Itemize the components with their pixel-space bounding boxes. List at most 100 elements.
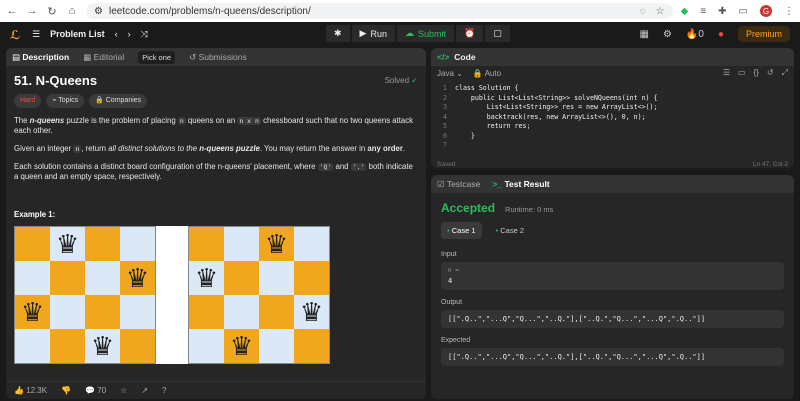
home-icon[interactable]: ⌂ [66,5,78,17]
board-cell [259,295,294,329]
solved-status: Solved ✓ [384,76,418,85]
notification-icon[interactable]: ● [718,29,724,40]
runtime-text: Runtime: 0 ms [505,205,554,214]
prev-problem-icon[interactable]: ‹ [115,29,118,39]
browser-toolbar: ← → ↻ ⌂ ⚙ leetcode.com/problems/n-queens… [0,0,800,22]
note-icon: ▢ [493,28,502,38]
cursor-position: Ln 47, Col 2 [752,160,788,168]
bug-icon: ✱ [334,28,342,38]
run-button[interactable]: ▶ Run [351,25,395,42]
help-icon[interactable]: ? [162,386,166,395]
line-number: 4 [443,112,447,121]
line-number: 2 [443,93,447,102]
chessboard-solution-2: ♛ ♛ ♛ ♛ [188,226,330,364]
sidebar-icon[interactable]: ▭ [739,6,748,17]
tab-submissions[interactable]: ↺ Submissions [189,52,247,63]
next-problem-icon[interactable]: › [128,29,131,39]
eye-off-icon[interactable]: ◌ [640,6,646,17]
code-line: 2 public List<List<String>> solveNQueens… [435,94,790,104]
site-info-icon[interactable]: ⚙ [94,6,103,17]
difficulty-badge[interactable]: Hard [14,94,42,108]
queen-icon: ♛ [264,229,289,259]
line-number: 5 [443,122,447,130]
code-editor[interactable]: 1 class Solution {2 public List<List<Stri… [431,80,794,155]
check-icon: ✓ [411,76,418,85]
tab-editorial[interactable]: ▦ Editorial [83,52,124,63]
board-cell [15,329,50,363]
forward-icon[interactable]: → [26,5,38,17]
code-line: 1 class Solution { [435,84,790,94]
shuffle-icon[interactable]: ⤨ [141,29,148,40]
profile-avatar[interactable]: G [760,5,772,17]
format-icon[interactable]: ☰ [723,68,730,78]
board-cell [259,329,294,363]
like-button[interactable]: 👍 12.3K [14,386,47,395]
menu-icon[interactable]: ⋮ [784,6,794,17]
problem-content: 51. N-Queens Solved ✓ Hard ⌁ Topics 🔒 Co… [6,66,426,374]
board-cell: ♛ [224,329,259,363]
companies-button[interactable]: 🔒 Companies [89,94,148,108]
line-number: 6 [443,131,447,140]
timer-button[interactable]: ⏰ [456,25,484,42]
queen-icon: ♛ [229,331,254,361]
notes-button[interactable]: ▢ [485,25,510,42]
language-select[interactable]: Java ⌄ [437,69,463,78]
code-line: 4 backtrack(res, new ArrayList<>(), 0, n… [435,113,790,123]
bookmark-star-icon[interactable]: ☆ [656,6,665,17]
address-bar[interactable]: ⚙ leetcode.com/problems/n-queens/descrip… [86,3,673,19]
result-status: Accepted [441,201,496,215]
example-heading: Example 1: [14,210,56,219]
braces-icon[interactable]: {} [754,68,759,78]
board-cell [50,261,85,295]
board-cell [120,295,155,329]
tab-testcase[interactable]: ☑ Testcase [437,179,480,190]
url-text: leetcode.com/problems/n-queens/descripti… [108,5,311,17]
board-cell [294,261,329,295]
description-panel: ▤ Description ▦ Editorial Pick one ↺ Sub… [6,48,426,399]
debug-button[interactable]: ✱ [326,25,350,42]
fullscreen-icon[interactable]: ⤢ [782,68,788,78]
streak-fire-icon[interactable]: 🔥0 [686,29,704,40]
settings-icon[interactable]: ⚙ [663,29,672,40]
case-2-button[interactable]: • Case 2 [490,222,531,239]
leetcode-logo-icon[interactable]: ℒ [10,28,22,42]
star-icon[interactable]: ☆ [120,386,127,395]
output-value: [[".Q..","...Q","Q...","..Q."],["..Q.","… [441,310,784,328]
queen-icon: ♛ [194,263,219,293]
expected-value: [[".Q..","...Q","Q...","..Q."],["..Q.","… [441,348,784,366]
share-icon[interactable]: ↗ [141,386,148,395]
premium-button[interactable]: Premium [737,26,790,42]
board-cell: ♛ [189,261,224,295]
comments-button[interactable]: 💬 70 [85,386,106,395]
bookmark-icon[interactable]: ▭ [738,68,746,78]
puzzle-icon[interactable]: ✚ [718,6,726,17]
case-1-button[interactable]: • Case 1 [441,222,482,239]
layout-icon[interactable]: ▦ [640,29,649,40]
code-line: 7 [435,141,790,151]
back-icon[interactable]: ← [6,5,18,17]
board-cell [85,295,120,329]
submit-button[interactable]: ☁ Submit [396,25,454,42]
line-number: 7 [443,141,447,149]
tab-pick-one[interactable]: Pick one [138,50,176,64]
board-cell: ♛ [120,261,155,295]
problem-paragraph-2: Given an integer n, return all distinct … [14,144,406,153]
reload-icon[interactable]: ↻ [46,5,58,18]
dislike-icon[interactable]: 👎 [61,386,71,395]
board-cell [50,295,85,329]
autocomplete-mode[interactable]: 🔒 Auto [473,69,501,78]
board-cell [294,227,329,261]
problem-list-link[interactable]: Problem List [50,29,105,39]
test-panel: ☑ Testcase >_ Test Result Accepted Runti… [431,175,794,399]
code-tab: </> Code [431,48,794,66]
problem-list-icon[interactable]: ☰ [32,29,40,40]
reset-icon[interactable]: ↺ [767,68,774,78]
extension-icon[interactable]: ◆ [681,6,689,17]
board-cell: ♛ [85,329,120,363]
board-cell [189,227,224,261]
extension-icon[interactable]: ≡ [700,6,706,17]
tab-test-result[interactable]: >_ Test Result [492,179,549,189]
topics-button[interactable]: ⌁ Topics [46,94,85,108]
line-text: List<List<String>> res = new ArrayList<>… [455,103,658,111]
tab-description[interactable]: ▤ Description [12,52,69,63]
